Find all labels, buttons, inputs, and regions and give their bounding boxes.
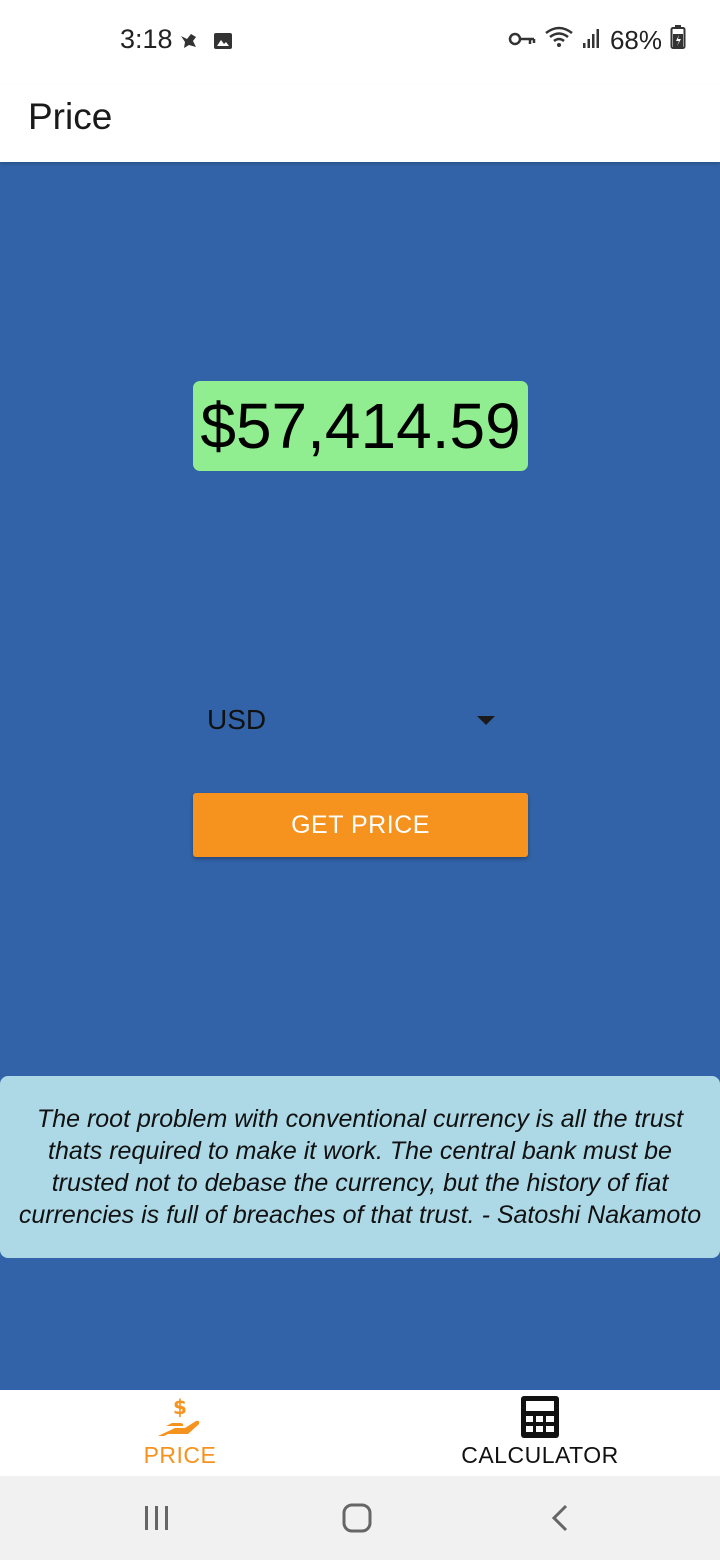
back-button[interactable] (530, 1498, 590, 1538)
bottom-navigation: $ PRICE CALCULATOR (0, 1390, 720, 1476)
currency-selected-value: USD (207, 704, 267, 735)
status-bar: 3:18 68% (0, 0, 720, 84)
vpn-key-icon (508, 25, 536, 56)
page-title: Price (28, 96, 113, 137)
status-notification-icons (178, 30, 234, 57)
svg-text:$: $ (173, 1395, 187, 1419)
bird-notification-icon (178, 30, 200, 57)
status-system-icons: 68% (508, 24, 686, 57)
battery-percentage: 68% (609, 25, 662, 55)
dropdown-arrow-icon (477, 716, 495, 725)
get-price-button[interactable]: GET PRICE (193, 793, 528, 857)
home-icon (342, 1503, 372, 1533)
quote-box: The root problem with conventional curre… (0, 1076, 720, 1258)
recent-apps-icon (145, 1506, 168, 1530)
price-value: $57,414.59 (200, 390, 521, 462)
status-time: 3:18 (120, 24, 173, 54)
currency-dropdown[interactable]: USD (193, 692, 503, 748)
wifi-icon (544, 25, 574, 56)
hand-dollar-icon: $ (156, 1394, 204, 1445)
signal-icon (582, 25, 602, 56)
calculator-icon (519, 1394, 561, 1445)
main-content: $57,414.59 USD GET PRICE The root proble… (0, 162, 720, 1390)
quote-text: The root problem with conventional curre… (18, 1105, 702, 1229)
image-notification-icon (212, 30, 234, 57)
recent-apps-button[interactable] (126, 1498, 186, 1538)
back-icon (551, 1504, 568, 1532)
nav-label-price: PRICE (143, 1442, 217, 1468)
battery-icon (670, 24, 686, 57)
system-navigation-bar (0, 1476, 720, 1560)
nav-item-calculator[interactable]: CALCULATOR (360, 1390, 720, 1476)
app-screen: 3:18 68% Price $57,414.59 USD GET PRICE … (0, 0, 720, 1560)
nav-label-calculator: CALCULATOR (461, 1442, 619, 1468)
price-display: $57,414.59 (193, 381, 528, 471)
app-bar: Price (0, 84, 720, 162)
home-button[interactable] (328, 1498, 388, 1538)
nav-item-price[interactable]: $ PRICE (0, 1390, 360, 1476)
